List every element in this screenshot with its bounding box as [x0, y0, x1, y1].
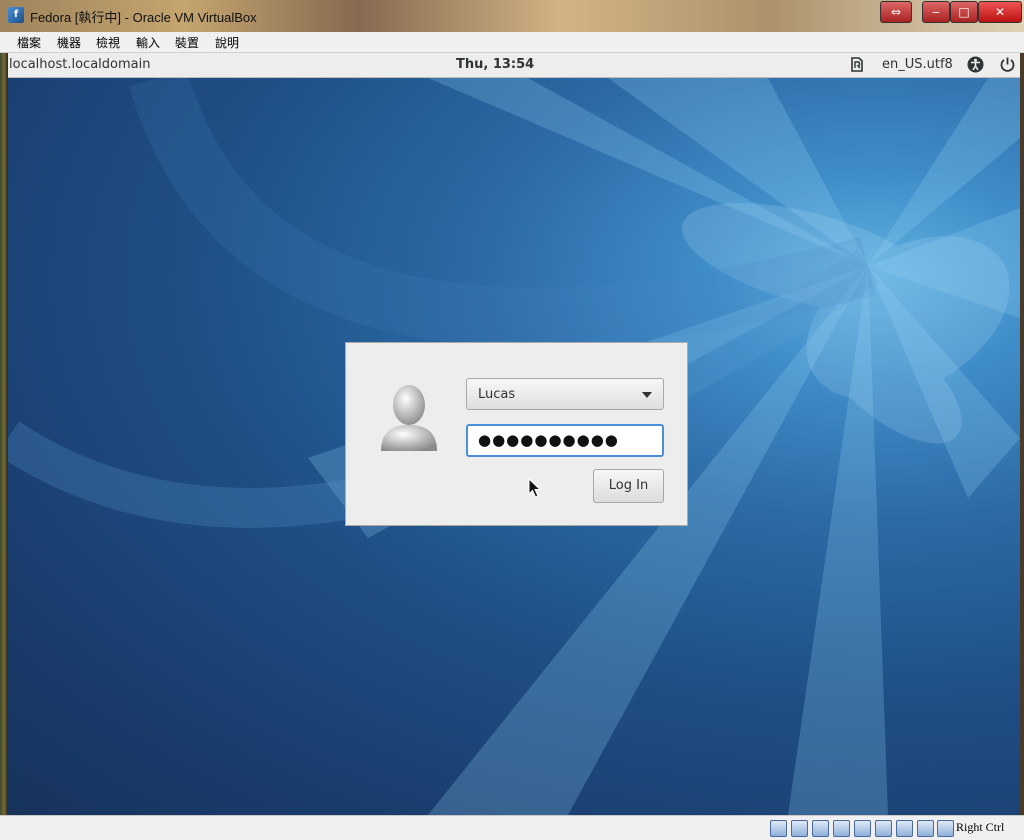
hard-disk-icon[interactable] — [770, 820, 787, 837]
gnome-top-bar: localhost.localdomain Thu, 13:54 en_US.u… — [8, 53, 1020, 78]
usb-icon[interactable] — [812, 820, 829, 837]
maximize-button[interactable]: □ — [950, 1, 978, 23]
keyboard-layout-icon[interactable] — [851, 57, 863, 72]
window-title-bar[interactable]: f Fedora [執行中] - Oracle VM VirtualBox ⇔ … — [0, 0, 1024, 32]
user-avatar-icon — [381, 385, 437, 451]
vm-status-bar: Right Ctrl — [0, 815, 1024, 840]
menu-view[interactable]: 檢視 — [96, 34, 120, 51]
menu-help[interactable]: 說明 — [215, 34, 239, 51]
shared-folders-icon[interactable] — [833, 820, 850, 837]
login-dialog: Lucas ●●●●●●●●●● Log In — [345, 342, 688, 526]
mouse-integration-icon[interactable] — [917, 820, 934, 837]
chevron-down-icon — [642, 392, 652, 398]
login-button[interactable]: Log In — [593, 469, 664, 503]
optical-drive-icon[interactable] — [791, 820, 808, 837]
password-field[interactable]: ●●●●●●●●●● — [466, 424, 664, 457]
menu-input[interactable]: 輸入 — [136, 34, 160, 51]
keyboard-capture-icon[interactable] — [937, 820, 954, 837]
minimize-button[interactable]: ‒ — [922, 1, 950, 23]
locale-indicator[interactable]: en_US.utf8 — [882, 57, 953, 72]
menu-machine[interactable]: 機器 — [57, 34, 81, 51]
host-key-label: Right Ctrl — [956, 820, 1005, 834]
menu-bar: 檔案 機器 檢視 輸入 裝置 說明 — [0, 32, 1024, 53]
window-left-border — [0, 53, 8, 815]
menu-devices[interactable]: 裝置 — [175, 34, 199, 51]
network-icon[interactable] — [875, 820, 892, 837]
mouse-cursor-icon — [528, 478, 542, 498]
display-icon[interactable] — [854, 820, 871, 837]
menu-file[interactable]: 檔案 — [17, 34, 41, 51]
password-masked-text: ●●●●●●●●●● — [478, 431, 619, 449]
accessibility-icon[interactable] — [967, 56, 984, 73]
user-selector[interactable]: Lucas — [466, 378, 664, 410]
close-button[interactable]: ✕ — [978, 1, 1022, 23]
window-right-border — [1020, 53, 1024, 815]
clock[interactable]: Thu, 13:54 — [456, 57, 534, 72]
selected-username: Lucas — [478, 387, 516, 402]
hostname-label: localhost.localdomain — [9, 57, 151, 72]
window-title: Fedora [執行中] - Oracle VM VirtualBox — [30, 10, 257, 25]
resize-icon[interactable]: ⇔ — [880, 1, 912, 23]
power-icon[interactable] — [999, 56, 1016, 73]
virtualbox-app-icon[interactable]: f — [8, 7, 24, 23]
video-capture-icon[interactable] — [896, 820, 913, 837]
